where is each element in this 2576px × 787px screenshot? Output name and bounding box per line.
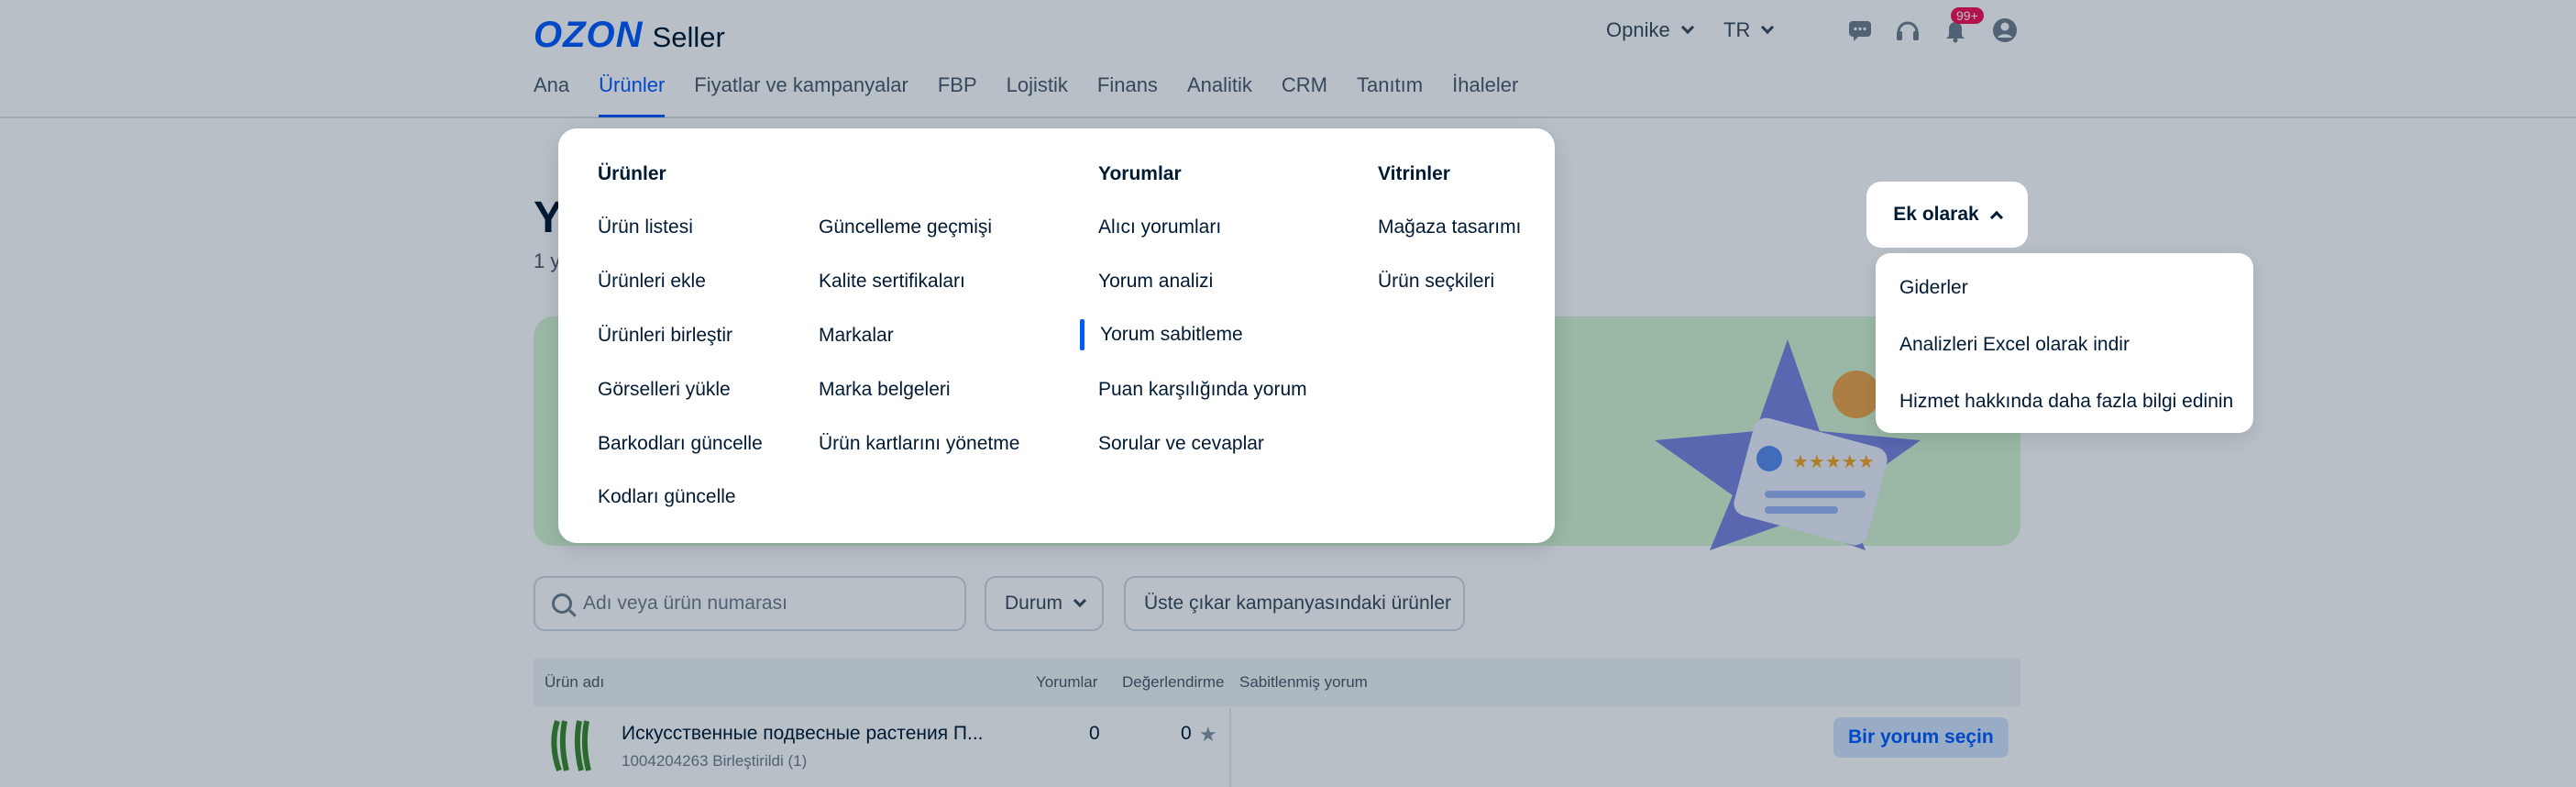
menu-item-brands[interactable]: Markalar <box>819 325 894 347</box>
more-options-button[interactable]: Ek olarak <box>1866 182 2028 248</box>
chevron-up-icon <box>1989 210 2003 225</box>
menu-item-buyer-reviews[interactable]: Alıcı yorumları <box>1098 216 1221 238</box>
menu-item-update-barcodes[interactable]: Barkodları güncelle <box>598 433 763 455</box>
menu-item-review-for-points[interactable]: Puan karşılığında yorum <box>1098 379 1307 401</box>
dropdown-item-learn-more[interactable]: Hizmet hakkında daha fazla bilgi edinin <box>1899 391 2233 413</box>
dropdown-item-export-excel[interactable]: Analizleri Excel olarak indir <box>1876 314 2253 376</box>
dropdown-item-expenses[interactable]: Giderler <box>1899 277 1968 299</box>
menu-item-questions-answers[interactable]: Sorular ve cevaplar <box>1098 433 1264 455</box>
menu-item-update-codes[interactable]: Kodları güncelle <box>598 486 736 508</box>
products-mega-menu: Ürünler Ürün listesi Ürünleri ekle Ürünl… <box>558 128 1555 543</box>
menu-item-brand-documents[interactable]: Marka belgeleri <box>819 379 951 401</box>
menu-item-merge-products[interactable]: Ürünleri birleştir <box>598 325 732 347</box>
menu-heading-products: Ürünler <box>598 163 666 184</box>
menu-item-product-collections[interactable]: Ürün seçkileri <box>1378 271 1494 293</box>
menu-item-add-products[interactable]: Ürünleri ekle <box>598 271 706 293</box>
menu-item-upload-images[interactable]: Görselleri yükle <box>598 379 731 401</box>
menu-heading-reviews: Yorumlar <box>1098 163 1182 184</box>
menu-item-store-design[interactable]: Mağaza tasarımı <box>1378 216 1521 238</box>
menu-item-update-history[interactable]: Güncelleme geçmişi <box>819 216 992 238</box>
menu-item-review-analysis[interactable]: Yorum analizi <box>1098 271 1213 293</box>
menu-item-product-list[interactable]: Ürün listesi <box>598 216 693 238</box>
menu-item-manage-product-cards[interactable]: Ürün kartlarını yönetme <box>819 433 1019 455</box>
more-options-label: Ek olarak <box>1893 204 1979 225</box>
menu-heading-showcases: Vitrinler <box>1378 163 1450 184</box>
menu-item-quality-certificates[interactable]: Kalite sertifikaları <box>819 271 965 293</box>
menu-item-pin-review[interactable]: Yorum sabitleme <box>1052 305 1260 365</box>
